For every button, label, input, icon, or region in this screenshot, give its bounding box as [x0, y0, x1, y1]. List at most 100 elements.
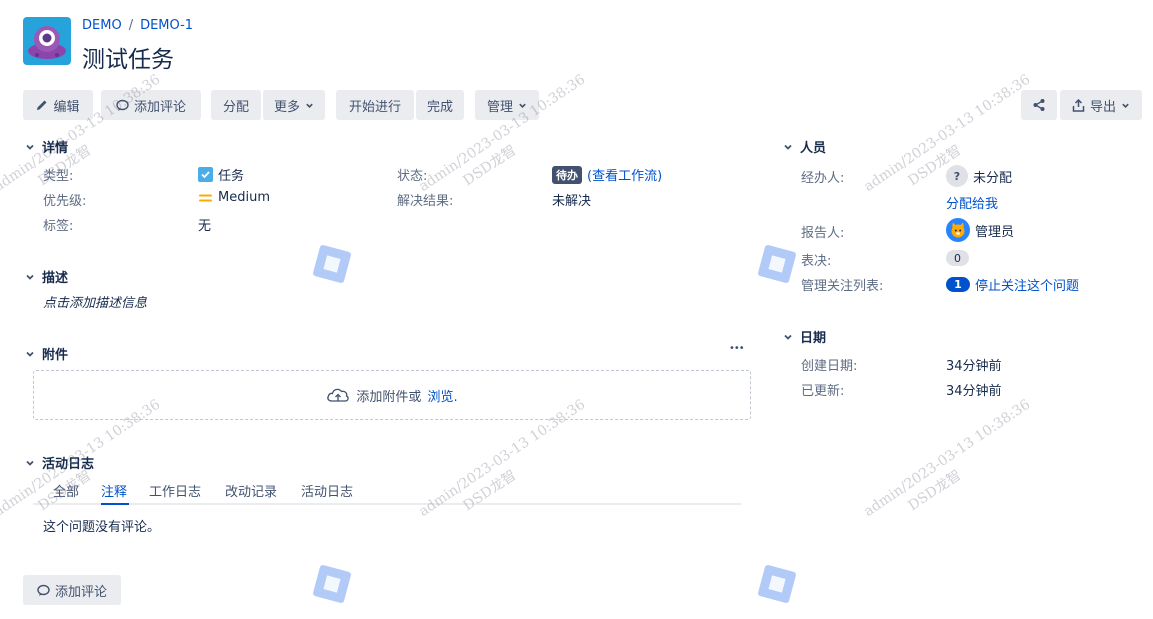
- bottom-add-comment-button[interactable]: 添加评论: [23, 575, 121, 605]
- watchers-count-badge[interactable]: 1: [946, 277, 970, 292]
- breadcrumb: DEMO / DEMO-1: [82, 18, 193, 33]
- labels-label: 标签:: [43, 219, 74, 234]
- chevron-down-icon: [26, 351, 34, 357]
- assignee-label: 经办人:: [801, 171, 845, 186]
- chevron-down-icon: [784, 334, 792, 340]
- watermark: admin/2023-03-13 10:38:36 DSD龙智: [861, 71, 1034, 195]
- labels-value[interactable]: 无: [198, 215, 211, 234]
- reporter-value[interactable]: 管理员: [946, 218, 1014, 242]
- more-label: 更多: [273, 99, 300, 115]
- breadcrumb-separator: /: [128, 18, 134, 33]
- share-icon: [1033, 99, 1045, 111]
- description-placeholder[interactable]: 点击添加描述信息: [43, 292, 147, 311]
- start-progress-label: 开始进行: [348, 99, 401, 115]
- status-label: 状态:: [397, 169, 428, 184]
- stop-watching-link[interactable]: 停止关注这个问题: [975, 275, 1079, 294]
- add-comment-button[interactable]: 添加评论: [101, 90, 201, 120]
- status-badge[interactable]: 待办: [552, 165, 582, 184]
- updated-label: 已更新:: [801, 384, 845, 399]
- tab-worklog[interactable]: 工作日志: [149, 481, 201, 500]
- bottom-add-comment-label: 添加评论: [54, 584, 107, 600]
- export-label: 导出: [1089, 99, 1116, 115]
- admin-label: 管理: [486, 99, 513, 115]
- watermark: admin/2023-03-13 10:38:36 DSD龙智: [861, 396, 1034, 520]
- done-label: 完成: [426, 99, 453, 115]
- attachments-header: 附件: [42, 348, 69, 363]
- task-icon: [198, 167, 213, 182]
- more-button[interactable]: 更多: [263, 90, 325, 120]
- export-button[interactable]: 导出: [1060, 90, 1142, 120]
- add-comment-label: 添加评论: [133, 99, 186, 115]
- priority-value[interactable]: Medium: [198, 190, 270, 205]
- priority-medium-icon: [199, 194, 212, 201]
- admin-button[interactable]: 管理: [475, 90, 539, 120]
- votes-badge[interactable]: 0: [946, 250, 969, 266]
- assign-label: 分配: [222, 99, 249, 115]
- page-title[interactable]: 测试任务: [82, 40, 174, 74]
- watermark-logo-icon: [757, 244, 797, 284]
- cat-avatar-icon: [951, 222, 965, 238]
- dates-header: 日期: [800, 331, 827, 346]
- description-header: 描述: [42, 271, 69, 286]
- project-avatar-icon: [28, 26, 66, 59]
- tab-history[interactable]: 改动记录: [225, 481, 277, 500]
- dates-section-toggle[interactable]: 日期: [783, 327, 826, 346]
- chevron-down-icon: [26, 460, 34, 466]
- unassigned-avatar-icon: ?: [946, 165, 968, 187]
- chevron-down-icon: [1122, 103, 1129, 108]
- browse-link[interactable]: 浏览.: [427, 386, 457, 405]
- type-label: 类型:: [43, 169, 74, 184]
- breadcrumb-issue[interactable]: DEMO-1: [140, 18, 193, 33]
- created-value: 34分钟前: [946, 359, 1002, 374]
- project-avatar[interactable]: [23, 17, 71, 65]
- start-progress-button[interactable]: 开始进行: [336, 90, 414, 120]
- attachments-section-toggle[interactable]: 附件: [25, 344, 68, 363]
- created-label: 创建日期:: [801, 359, 858, 374]
- type-value[interactable]: 任务: [198, 165, 244, 184]
- pencil-icon: [37, 100, 47, 110]
- edit-button[interactable]: 编辑: [23, 90, 93, 120]
- edit-button-label: 编辑: [53, 99, 80, 115]
- share-button[interactable]: [1021, 90, 1057, 120]
- chevron-down-icon: [306, 103, 313, 108]
- people-section-toggle[interactable]: 人员: [783, 137, 826, 156]
- attachment-dropzone[interactable]: 添加附件或 浏览.: [33, 370, 751, 420]
- assignee-value-text: 未分配: [973, 170, 1013, 186]
- no-comments-text: 这个问题没有评论。: [43, 520, 161, 535]
- chevron-down-icon: [519, 103, 526, 108]
- assign-button[interactable]: 分配: [211, 90, 261, 120]
- chevron-down-icon: [26, 144, 34, 150]
- updated-value: 34分钟前: [946, 384, 1002, 399]
- reporter-label: 报告人:: [801, 226, 845, 241]
- dropzone-text: 添加附件或: [356, 389, 422, 405]
- watchers-label: 管理关注列表:: [801, 279, 884, 294]
- active-tab-indicator: [101, 503, 129, 505]
- details-section-toggle[interactable]: 详情: [25, 137, 68, 156]
- description-section-toggle[interactable]: 描述: [25, 267, 68, 286]
- tab-comments[interactable]: 注释: [101, 481, 127, 500]
- resolution-label: 解决结果:: [397, 194, 454, 209]
- votes-label: 表决:: [801, 254, 832, 269]
- export-icon: [1072, 98, 1085, 112]
- watermark-logo-icon: [312, 244, 352, 284]
- done-button[interactable]: 完成: [416, 90, 464, 120]
- chevron-down-icon: [784, 144, 792, 150]
- tabs-divider: [33, 503, 741, 505]
- comment-icon: [37, 584, 50, 596]
- priority-value-text: Medium: [218, 190, 270, 205]
- priority-label: 优先级:: [43, 194, 87, 209]
- assignee-value[interactable]: ? 未分配: [946, 165, 1012, 187]
- tab-all[interactable]: 全部: [53, 481, 79, 500]
- breadcrumb-project[interactable]: DEMO: [82, 18, 122, 33]
- view-workflow-link[interactable]: (查看工作流): [587, 165, 662, 184]
- details-header: 详情: [42, 141, 69, 156]
- tab-activity[interactable]: 活动日志: [301, 481, 353, 500]
- status-value: 待办 (查看工作流): [552, 165, 662, 184]
- watermark-logo-icon: [757, 564, 797, 604]
- people-header: 人员: [800, 141, 827, 156]
- activity-section-toggle[interactable]: 活动日志: [25, 453, 94, 472]
- chevron-down-icon: [26, 274, 34, 280]
- reporter-avatar: [946, 218, 970, 242]
- assign-to-me-link[interactable]: 分配给我: [946, 193, 998, 212]
- attachments-more-button[interactable]: •••: [729, 343, 745, 354]
